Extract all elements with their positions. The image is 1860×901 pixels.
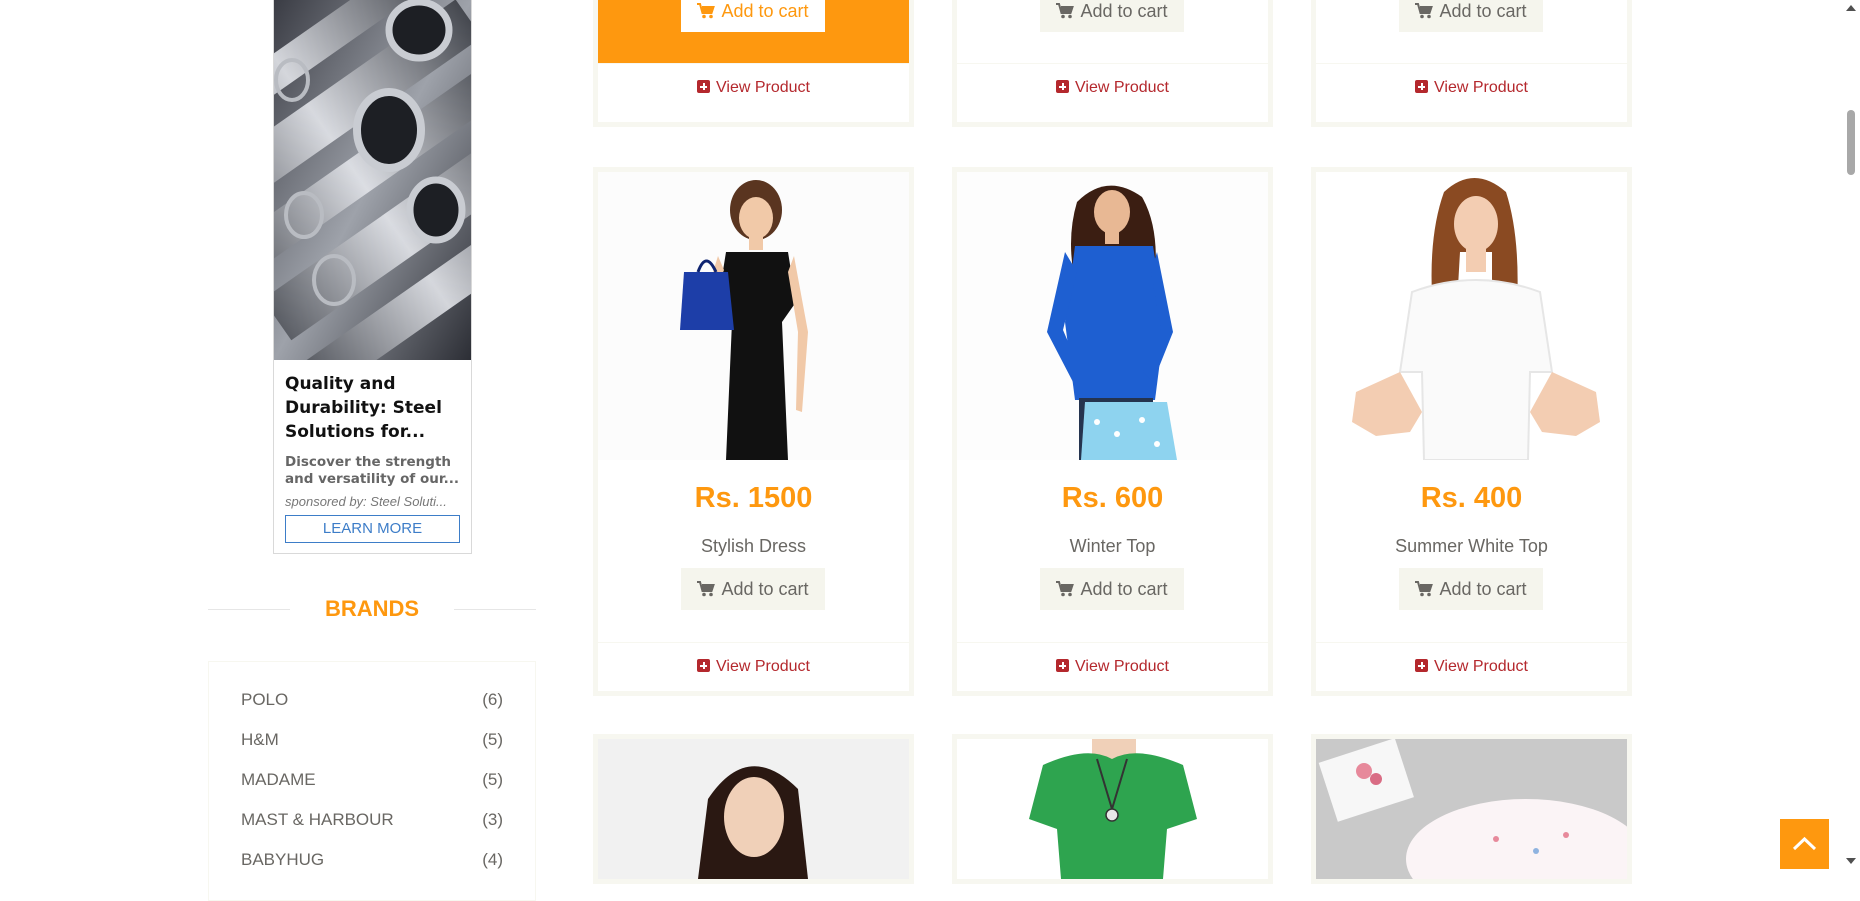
add-to-cart-button[interactable]: Add to cart <box>1399 0 1543 32</box>
view-product-link[interactable]: View Product <box>598 63 909 112</box>
cart-icon <box>697 0 716 34</box>
add-to-cart-label: Add to cart <box>721 579 809 599</box>
view-product-link[interactable]: View Product <box>957 63 1268 112</box>
heading-divider <box>454 609 536 610</box>
product-image-stylish-dress[interactable] <box>598 172 909 460</box>
product-card: Add to cart View Product <box>593 0 914 127</box>
brand-count: (5) <box>482 730 503 749</box>
view-product-label: View Product <box>716 658 810 675</box>
plus-square-icon <box>697 80 710 93</box>
view-product-label: View Product <box>716 79 810 96</box>
brand-count: (4) <box>482 850 503 869</box>
add-to-cart-label: Add to cart <box>1080 579 1168 599</box>
brand-count: (6) <box>482 690 503 709</box>
product-card: Add to cart View Product <box>1311 0 1632 127</box>
plus-square-icon <box>697 659 710 672</box>
brands-list: POLO (6) H&M (5) MADAME (5) MAST & HARBO… <box>208 661 536 901</box>
view-product-label: View Product <box>1434 658 1528 675</box>
product-image[interactable] <box>1316 739 1627 879</box>
cart-icon <box>1056 570 1075 612</box>
product-image-winter-top[interactable] <box>957 172 1268 460</box>
cart-icon <box>1056 0 1075 34</box>
brand-item-mast-harbour[interactable]: MAST & HARBOUR (3) <box>241 810 503 832</box>
scrollbar-thumb[interactable] <box>1847 110 1855 175</box>
product-price: Rs. 600 <box>1061 482 1164 514</box>
scroll-down-arrow[interactable] <box>1846 858 1856 864</box>
brand-name[interactable]: POLO <box>241 690 288 709</box>
product-card <box>1311 734 1632 884</box>
add-to-cart-label: Add to cart <box>721 1 809 21</box>
add-to-cart-button[interactable]: Add to cart <box>681 568 825 610</box>
learn-more-button[interactable]: LEARN MORE <box>285 515 460 543</box>
view-product-link[interactable]: View Product <box>1316 642 1627 691</box>
ad-image-steel-pipes[interactable] <box>274 0 471 360</box>
brand-name[interactable]: MAST & HARBOUR <box>241 810 394 829</box>
add-to-cart-label: Add to cart <box>1439 1 1527 21</box>
ad-description-line: and versatility of our... <box>285 471 459 487</box>
product-name[interactable]: Stylish Dress <box>598 536 909 557</box>
cart-icon <box>1415 0 1434 34</box>
cart-icon <box>697 570 716 612</box>
brand-count: (3) <box>482 810 503 829</box>
product-card: Rs. 1500 Stylish Dress Add to cart View … <box>593 167 914 696</box>
product-card: Rs. 400 Summer White Top Add to cart Vie… <box>1311 167 1632 696</box>
product-price: Rs. 1500 <box>694 482 813 514</box>
product-card: Add to cart View Product <box>952 0 1273 127</box>
product-card <box>593 734 914 884</box>
plus-square-icon <box>1415 659 1428 672</box>
ad-title[interactable]: Quality and Durability: Steel Solutions … <box>285 372 460 444</box>
sponsored-ad[interactable]: Quality and Durability: Steel Solutions … <box>273 0 472 554</box>
plus-square-icon <box>1056 659 1069 672</box>
brand-name[interactable]: MADAME <box>241 770 316 789</box>
add-to-cart-button[interactable]: Add to cart <box>1399 568 1543 610</box>
ad-sponsor: sponsored by: Steel Soluti... <box>285 494 447 509</box>
product-image[interactable] <box>957 739 1268 879</box>
add-to-cart-label: Add to cart <box>1439 579 1527 599</box>
view-product-link[interactable]: View Product <box>957 642 1268 691</box>
scroll-to-top-button[interactable] <box>1780 819 1829 869</box>
ad-description: Discover the strength and versatility of… <box>285 454 460 488</box>
brand-item-madame[interactable]: MADAME (5) <box>241 770 503 792</box>
cart-icon <box>1415 570 1434 612</box>
product-card: Rs. 600 Winter Top Add to cart View Prod… <box>952 167 1273 696</box>
brand-name[interactable]: H&M <box>241 730 279 749</box>
plus-square-icon <box>1415 80 1428 93</box>
product-name[interactable]: Winter Top <box>957 536 1268 557</box>
scroll-up-arrow[interactable] <box>1846 5 1856 11</box>
add-to-cart-button[interactable]: Add to cart <box>1040 0 1184 32</box>
product-image[interactable] <box>598 739 909 879</box>
view-product-link[interactable]: View Product <box>598 642 909 691</box>
add-to-cart-button[interactable]: Add to cart <box>1040 568 1184 610</box>
view-product-link[interactable]: View Product <box>1316 63 1627 112</box>
product-card <box>952 734 1273 884</box>
view-product-label: View Product <box>1434 79 1528 96</box>
page-scrollbar[interactable] <box>1843 0 1860 869</box>
ad-description-line: Discover the strength <box>285 454 452 470</box>
product-name[interactable]: Summer White Top <box>1316 536 1627 557</box>
view-product-label: View Product <box>1075 658 1169 675</box>
brands-heading: BRANDS <box>208 595 536 623</box>
brand-name[interactable]: BABYHUG <box>241 850 324 869</box>
product-image-summer-white-top[interactable] <box>1316 172 1627 460</box>
product-price: Rs. 400 <box>1420 482 1523 514</box>
brand-item-hm[interactable]: H&M (5) <box>241 730 503 752</box>
add-to-cart-label: Add to cart <box>1080 1 1168 21</box>
brand-item-polo[interactable]: POLO (6) <box>241 690 503 712</box>
add-to-cart-button[interactable]: Add to cart <box>681 0 825 32</box>
plus-square-icon <box>1056 80 1069 93</box>
chevron-up-icon <box>1792 836 1817 851</box>
view-product-label: View Product <box>1075 79 1169 96</box>
brand-count: (5) <box>482 770 503 789</box>
